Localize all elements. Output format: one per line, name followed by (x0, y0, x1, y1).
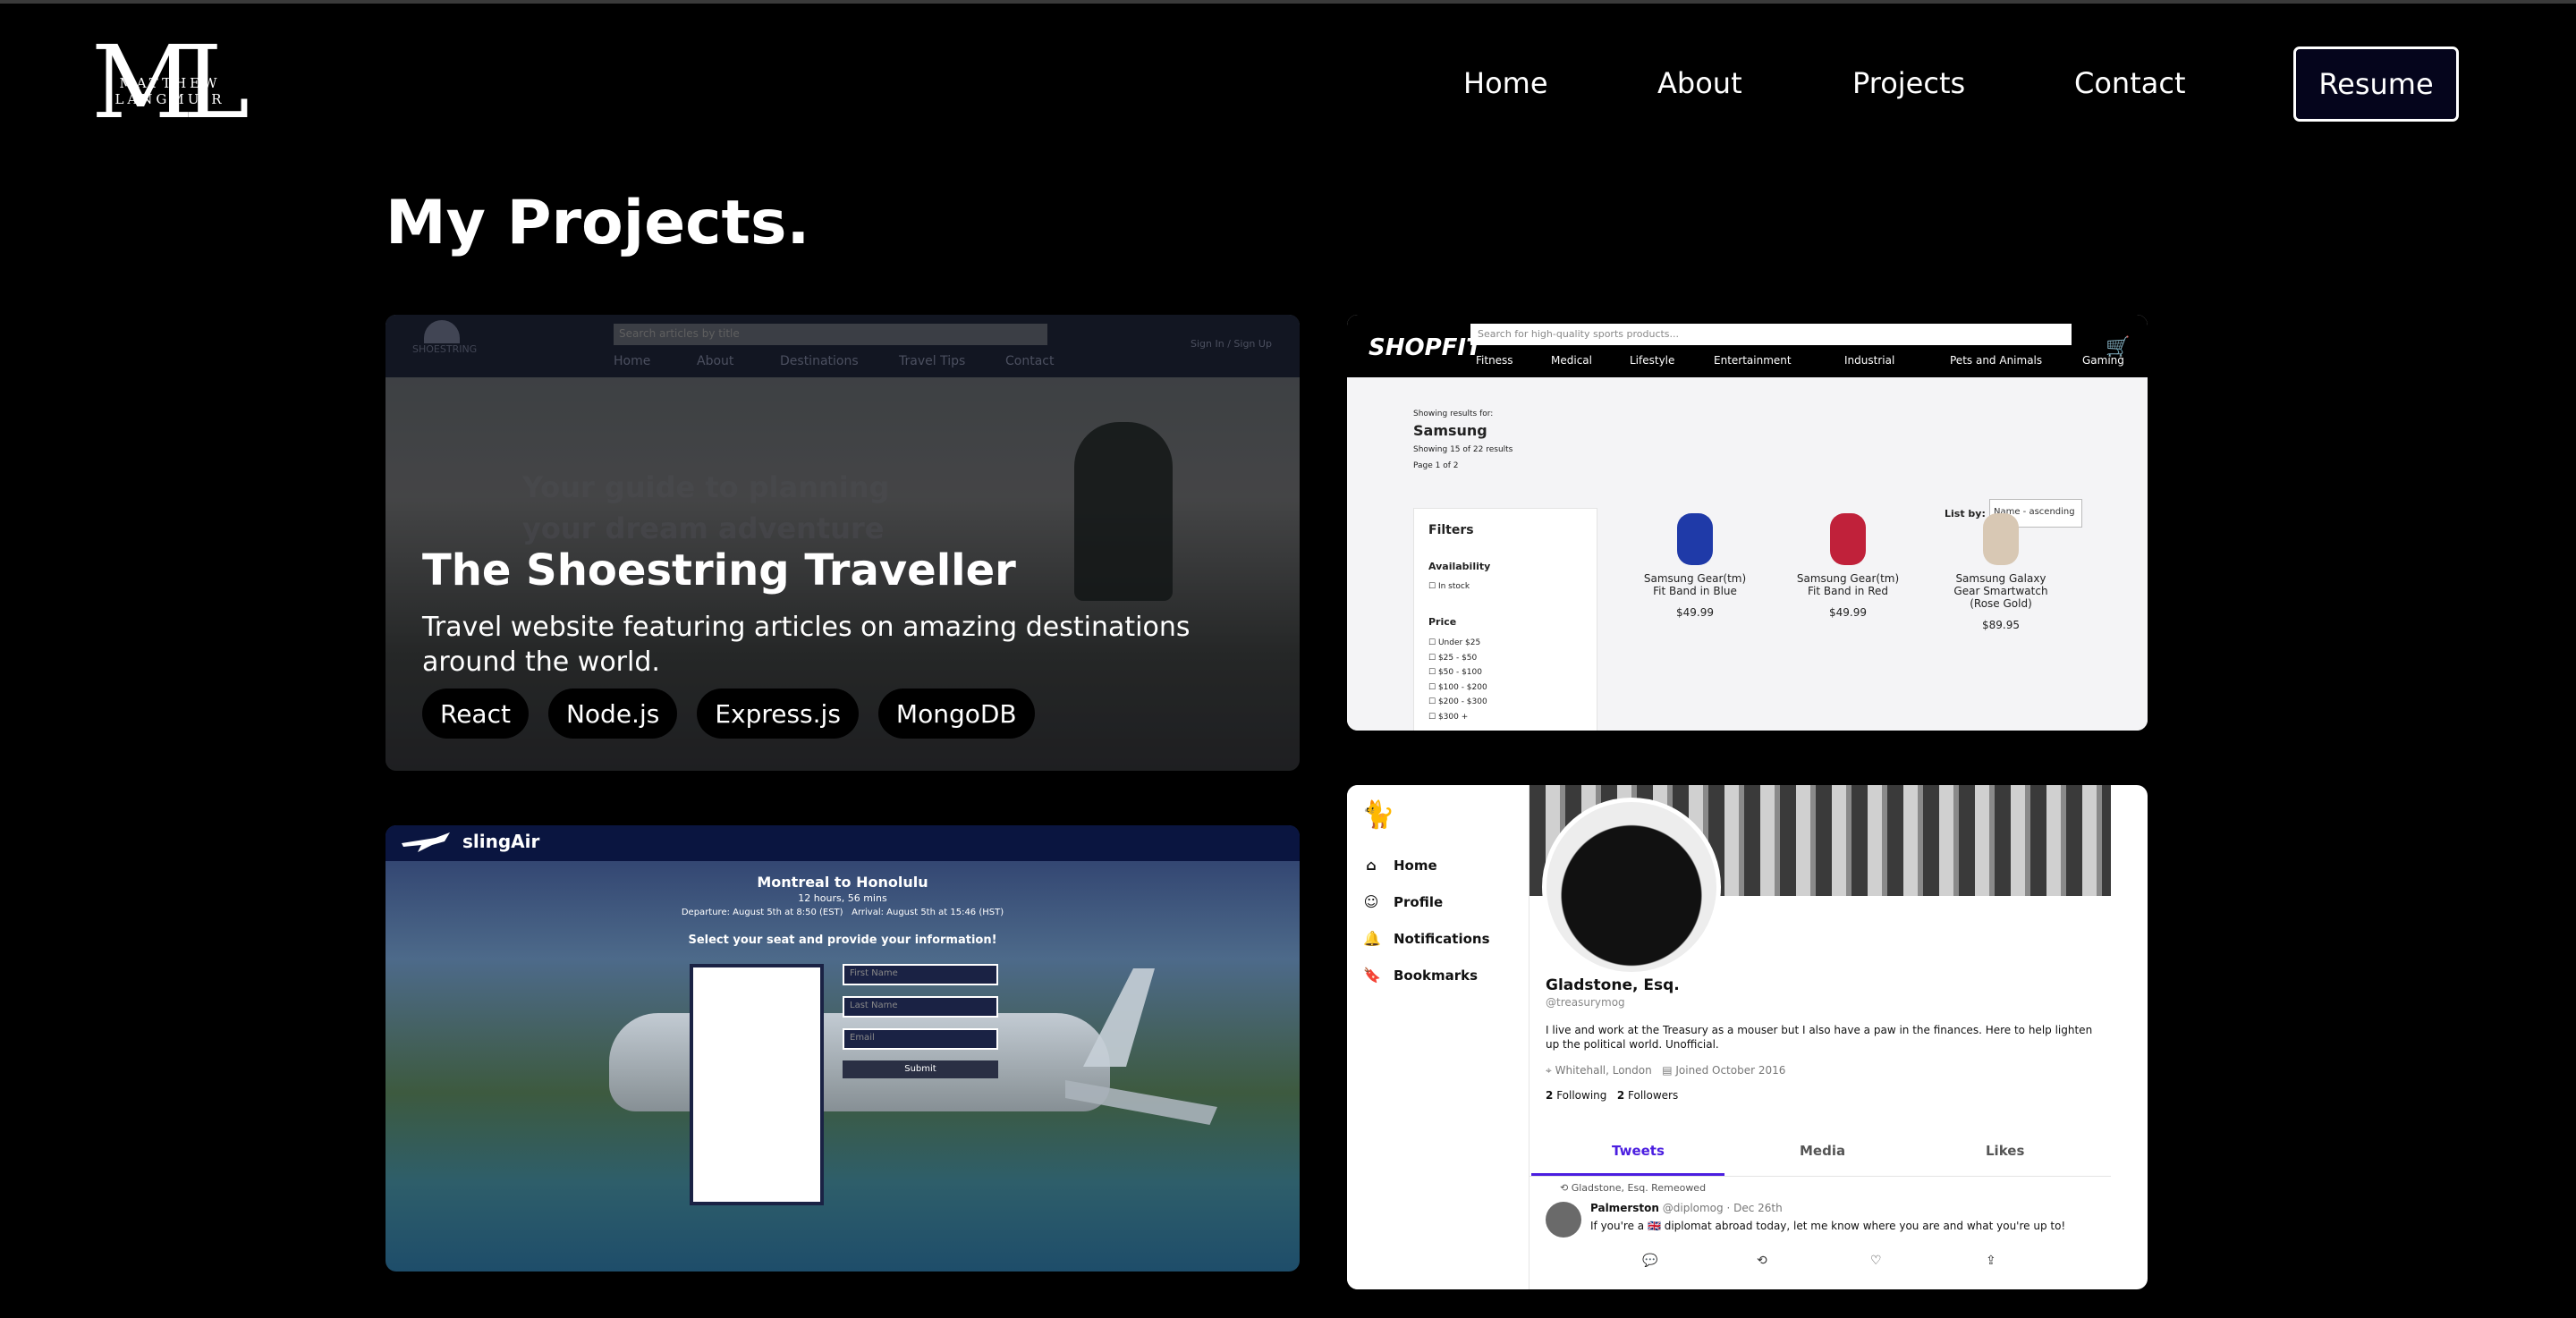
preview-category: Industrial (1844, 354, 1895, 367)
tab-tweets: Tweets (1612, 1143, 1665, 1159)
follow-stats: 2 Following 2 Followers (1546, 1089, 1679, 1102)
filter-availability: Availability (1428, 561, 1491, 572)
active-tab-indicator (1531, 1173, 1724, 1176)
site-logo[interactable]: ML MATTHEW LANGMUIR (63, 33, 277, 133)
sidebar-item-profile: ☺ Profile (1363, 893, 1444, 910)
cart-icon: 🛒 (2106, 336, 2131, 359)
project-card-shoestring[interactable]: SHOESTRING Search articles by title Home… (386, 315, 1300, 771)
home-icon: ⌂ (1366, 857, 1377, 874)
preview-category: Pets and Animals (1950, 354, 2043, 367)
project-card-shopfit[interactable]: SHOPFIT Search for high-quality sports p… (1347, 315, 2148, 731)
remeow-label: ⟲ Gladstone, Esq. Remeowed (1560, 1182, 1707, 1194)
nav-contact[interactable]: Contact (2074, 66, 2186, 100)
watch-image (1677, 513, 1713, 565)
tech-tag: React (422, 689, 529, 739)
tech-tag: Node.js (547, 689, 678, 739)
tweet-avatar (1546, 1202, 1581, 1238)
project-title: The Shoestring Traveller (422, 545, 1016, 596)
filter-price: Price (1428, 616, 1457, 628)
booking-form: First Name Last Name Email Submit (843, 964, 998, 1078)
tweet-header: Palmerston @diplomog · Dec 26th (1590, 1202, 1783, 1214)
tech-tag: Express.js (697, 689, 859, 739)
submit-button: Submit (843, 1060, 998, 1078)
results-query: Samsung (1413, 422, 1487, 439)
reply-icon: 💬 (1642, 1254, 1658, 1268)
seat-map (690, 964, 824, 1205)
product-card: Samsung Gear(tm) Fit Band in Blue $49.99 (1637, 513, 1753, 619)
location-icon: ⌖ (1546, 1064, 1552, 1077)
window-top-border (0, 0, 2576, 4)
tab-media: Media (1800, 1143, 1846, 1159)
profile-meta: ⌖ Whitehall, London ▤ Joined October 201… (1546, 1064, 1786, 1077)
tweet-text: If you're a 🇬🇧 diplomat abroad today, le… (1590, 1220, 2066, 1232)
preview-category: Fitness (1476, 354, 1513, 367)
product-card: Samsung Galaxy Gear Smartwatch (Rose Gol… (1943, 513, 2059, 631)
tab-likes: Likes (1986, 1143, 2025, 1159)
results-label: Showing results for: (1413, 410, 1494, 418)
preview-header: slingAir (386, 825, 1300, 861)
bookmark-icon: 🔖 (1363, 967, 1381, 984)
display-name: Gladstone, Esq. (1546, 976, 1680, 994)
preview-search: Search for high-quality sports products.… (1470, 324, 2072, 345)
heart-icon: ♡ (1870, 1254, 1882, 1268)
nav-home[interactable]: Home (1463, 66, 1548, 100)
price-ranges: ☐ Under $25 ☐ $25 - $50 ☐ $50 - $100 ☐ $… (1428, 638, 1487, 722)
filter-in-stock: ☐ In stock (1428, 582, 1470, 591)
airplane-tail (1083, 968, 1155, 1067)
project-card-critter[interactable]: 🐈 ⌂ Home ☺ Profile 🔔 Notifications 🔖 Bookmar… (1347, 785, 2148, 1289)
bell-icon: 🔔 (1363, 930, 1381, 947)
preview-category: Medical (1551, 354, 1592, 367)
preview-category: Lifestyle (1630, 354, 1675, 367)
watch-image (1830, 513, 1866, 565)
handle: @treasurymog (1546, 996, 1625, 1009)
sidebar-item-home: ⌂ Home (1363, 857, 1436, 874)
logo-name: MATTHEW LANGMUIR (114, 75, 225, 107)
first-name-field: First Name (843, 964, 998, 985)
profile-tabs: Tweets Media Likes (1530, 1123, 2111, 1177)
flight-info: Montreal to Honolulu 12 hours, 56 mins D… (681, 874, 1004, 947)
filters-title: Filters (1428, 523, 1474, 537)
preview-sidebar: 🐈 ⌂ Home ☺ Profile 🔔 Notifications 🔖 Bookmar… (1347, 785, 1530, 1289)
retweet-icon: ⟲ (1757, 1254, 1767, 1268)
slingair-logo: slingAir (462, 831, 540, 852)
resume-button[interactable]: Resume (2293, 46, 2459, 122)
last-name-field: Last Name (843, 996, 998, 1018)
nav-projects[interactable]: Projects (1852, 66, 1965, 100)
share-icon: ⇪ (1986, 1254, 1996, 1268)
user-icon: ☺ (1363, 893, 1379, 910)
results-page: Page 1 of 2 (1413, 461, 1459, 470)
project-card-slingair[interactable]: slingAir Montreal to Honolulu 12 hours, … (386, 825, 1300, 1272)
preview-category: Entertainment (1714, 354, 1792, 367)
avatar (1542, 798, 1721, 976)
cat-logo-icon: 🐈 (1361, 799, 1395, 831)
filters-panel: Filters Availability ☐ In stock Price ☐ … (1413, 508, 1597, 731)
page-title: My Projects. (386, 188, 810, 258)
watch-image (1983, 513, 2019, 565)
project-description: Travel website featuring articles on ama… (422, 612, 1191, 678)
sidebar-item-notifications: 🔔 Notifications (1363, 930, 1490, 947)
sidebar-item-bookmarks: 🔖 Bookmarks (1363, 967, 1479, 984)
results-count: Showing 15 of 22 results (1413, 445, 1513, 454)
preview-header: SHOPFIT Search for high-quality sports p… (1347, 315, 2148, 377)
shopfit-logo: SHOPFIT (1368, 334, 1482, 361)
plane-icon (402, 832, 450, 852)
repeat-icon: ⟲ (1560, 1182, 1569, 1194)
tech-tags: React Node.js Express.js MongoDB (422, 689, 1035, 739)
bio: I live and work at the Treasury as a mou… (1546, 1024, 2093, 1051)
tech-tag: MongoDB (877, 689, 1035, 739)
nav-about[interactable]: About (1657, 66, 1742, 100)
calendar-icon: ▤ (1662, 1064, 1673, 1077)
email-field: Email (843, 1028, 998, 1050)
product-card: Samsung Gear(tm) Fit Band in Red $49.99 (1790, 513, 1906, 619)
